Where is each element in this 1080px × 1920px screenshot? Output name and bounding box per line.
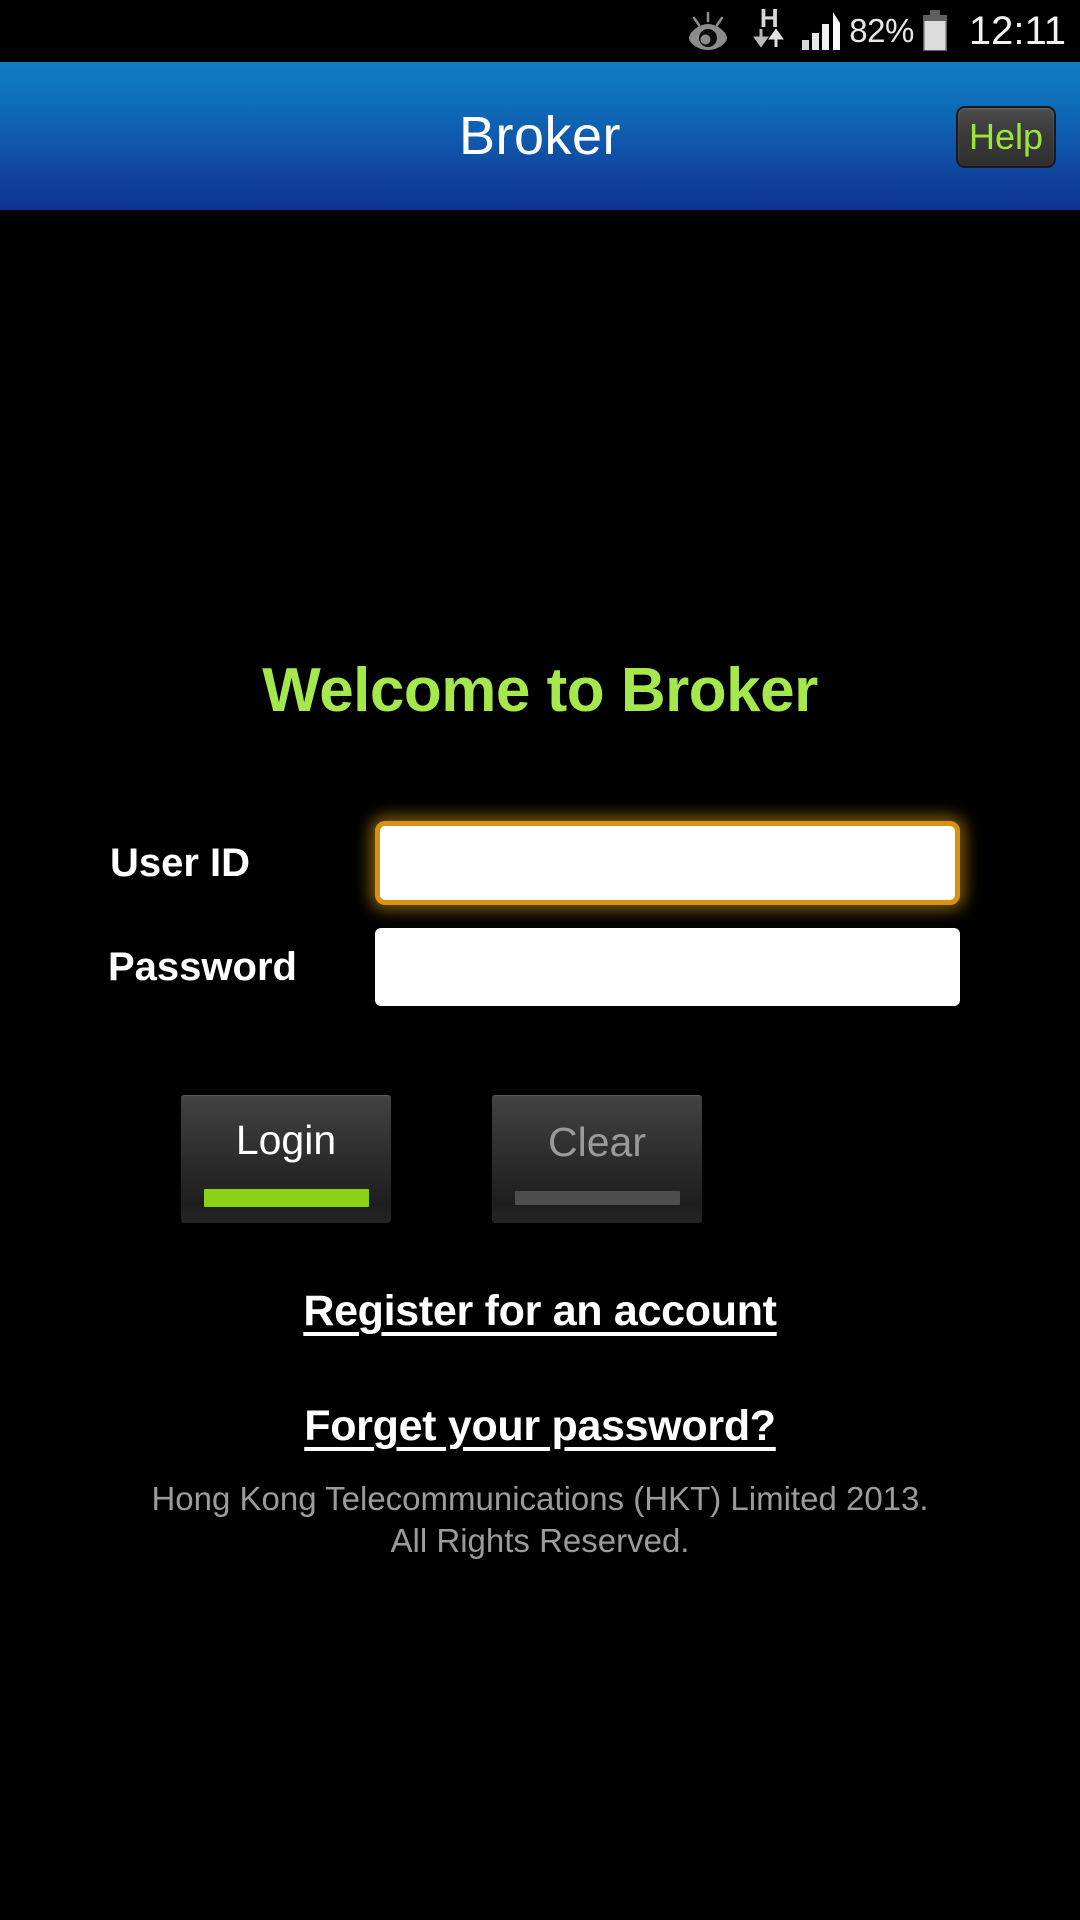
copyright-footer: Hong Kong Telecommunications (HKT) Limit… bbox=[0, 1478, 1080, 1562]
login-button[interactable]: Login bbox=[181, 1095, 391, 1223]
login-button-label: Login bbox=[235, 1117, 337, 1163]
password-row: Password bbox=[0, 919, 1080, 1015]
status-bar-clock: 12:11 bbox=[968, 8, 1066, 53]
app-header: Broker Help bbox=[0, 62, 1080, 210]
clear-button-label: Clear bbox=[548, 1119, 646, 1165]
data-transfer-arrows-icon bbox=[752, 27, 786, 55]
user-id-label: User ID bbox=[110, 840, 251, 885]
clear-button-selection-indicator bbox=[514, 1191, 680, 1205]
clear-button[interactable]: Clear bbox=[492, 1095, 702, 1223]
page-title: Broker bbox=[458, 106, 622, 166]
user-id-input[interactable] bbox=[375, 821, 960, 905]
forgot-password-link[interactable]: Forget your password? bbox=[0, 1402, 1080, 1451]
login-screen-body: Welcome to Broker User ID Password Login… bbox=[0, 210, 1080, 1920]
copyright-line-1: Hong Kong Telecommunications (HKT) Limit… bbox=[151, 1480, 929, 1517]
register-account-link[interactable]: Register for an account bbox=[0, 1287, 1080, 1336]
network-type-hsdpa-icon: H bbox=[749, 3, 789, 55]
battery-icon bbox=[921, 10, 949, 52]
help-button-label: Help bbox=[968, 116, 1044, 157]
smart-stay-eye-icon bbox=[685, 10, 731, 52]
help-button[interactable]: Help bbox=[956, 106, 1056, 168]
password-input[interactable] bbox=[375, 928, 960, 1006]
network-type-label: H bbox=[759, 3, 779, 33]
copyright-line-2: All Rights Reserved. bbox=[390, 1522, 690, 1559]
welcome-heading: Welcome to Broker bbox=[262, 656, 818, 725]
phone-screen: H 82% 12:11 Broker Help Welcome to Broke… bbox=[0, 0, 1080, 1920]
status-bar: H 82% 12:11 bbox=[0, 0, 1080, 62]
user-id-row: User ID bbox=[0, 815, 1080, 911]
battery-percent-label: 82% bbox=[849, 12, 914, 49]
signal-bars-icon bbox=[801, 11, 843, 51]
login-button-selection-indicator bbox=[203, 1189, 369, 1207]
password-label: Password bbox=[108, 944, 297, 989]
